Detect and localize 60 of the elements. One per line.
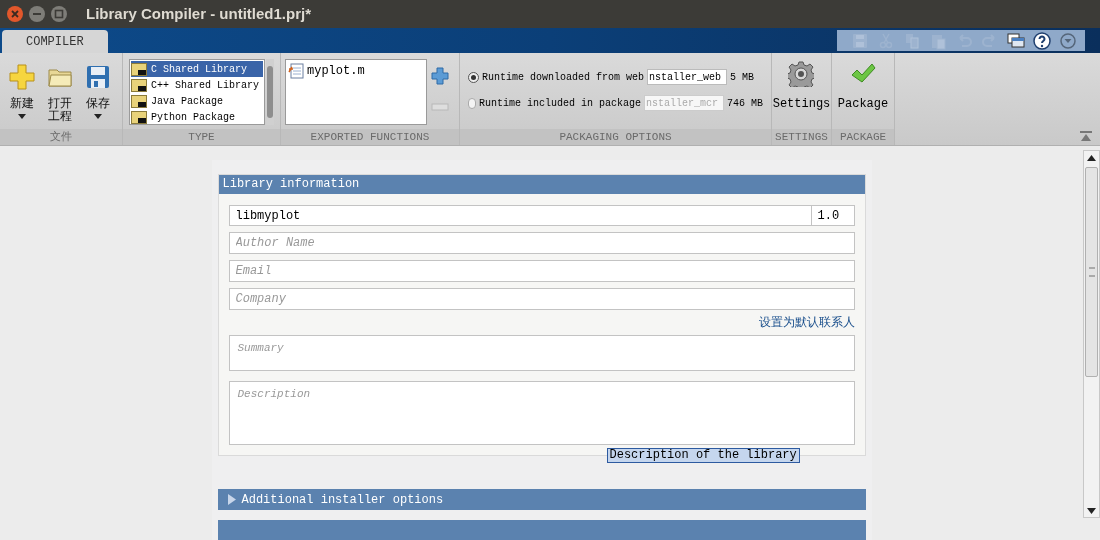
tab[interactable]: COMPILER [2,30,108,53]
library-icon [131,62,147,76]
section-label: EXPORTED FUNCTIONS [281,129,459,145]
option-label: Runtime included in package [478,96,641,111]
window-title: Library Compiler - untitled1.prj* [86,3,312,24]
size-label: 5 MB [730,70,755,85]
toolstrip-button[interactable]: 保存 [82,61,114,127]
dropdown-icon[interactable] [1059,31,1077,50]
settings-button[interactable]: Settings [772,61,831,129]
section-label: SETTINGS [772,129,831,145]
list-item[interactable]: C Shared Library [131,61,263,77]
option-label: Runtime downloaded from web [482,70,645,85]
folder-icon [48,66,72,88]
list-item[interactable]: C++ Shared Library [131,77,263,93]
company-field[interactable]: Company [228,288,855,310]
file-name[interactable]: myplot.m [307,62,365,80]
scrollbar[interactable] [1083,150,1100,518]
save-icon [86,65,110,89]
installer-name-field[interactable]: nstaller_web [647,69,728,85]
library-icon [131,110,147,124]
add-icon[interactable] [431,67,449,85]
section-label: PACKAGING OPTIONS [460,129,771,145]
version-field[interactable]: 1.0 [811,205,855,226]
section-label: 文件 [0,129,122,145]
plus-icon [9,64,35,90]
size-label: 746 MB [727,96,763,111]
email-field[interactable]: Email [228,260,855,282]
section-label: TYPE [123,129,280,145]
list-item[interactable]: Java Package [131,93,263,109]
scroll-down-icon[interactable] [1087,508,1096,514]
tooltip: Description of the library [606,448,800,463]
section-header: Library information [218,175,865,194]
toolstrip-button[interactable]: 新建 [6,61,38,127]
section-label: PACKAGE [832,129,894,145]
library-icon [131,94,147,108]
library-icon [131,78,147,92]
remove-icon[interactable] [431,103,449,111]
scrollbar[interactable] [266,59,274,125]
description-field[interactable]: Description [228,381,855,445]
name-field[interactable]: libmyplot [228,205,812,226]
section-header[interactable]: Additional installer options [217,489,866,510]
collapsed-icon [227,494,236,505]
maximize-icon[interactable] [50,5,68,23]
summary-field[interactable]: Summary [228,335,855,371]
close-icon[interactable] [6,5,24,23]
function-file-icon [288,63,304,79]
default-contact-link[interactable]: 设置为默认联系人 [758,315,855,329]
scroll-up-icon[interactable] [1087,155,1096,161]
collapse-icon[interactable] [1080,131,1092,141]
type-list[interactable]: C Shared Library C++ Shared Library Java Package Python Package [129,59,265,125]
gear-icon [788,61,815,87]
author-field[interactable]: Author Name [228,232,855,254]
help-icon[interactable] [1033,31,1051,50]
package-button[interactable]: Package [837,61,889,129]
function-list[interactable]: myplot.m [285,59,427,125]
toolstrip-button[interactable]: 打开工程 [44,61,76,127]
window-layout-icon[interactable] [1007,31,1025,50]
list-item[interactable]: Python Package [131,109,263,124]
radio-button[interactable] [468,71,479,83]
minimize-icon[interactable] [28,5,46,23]
